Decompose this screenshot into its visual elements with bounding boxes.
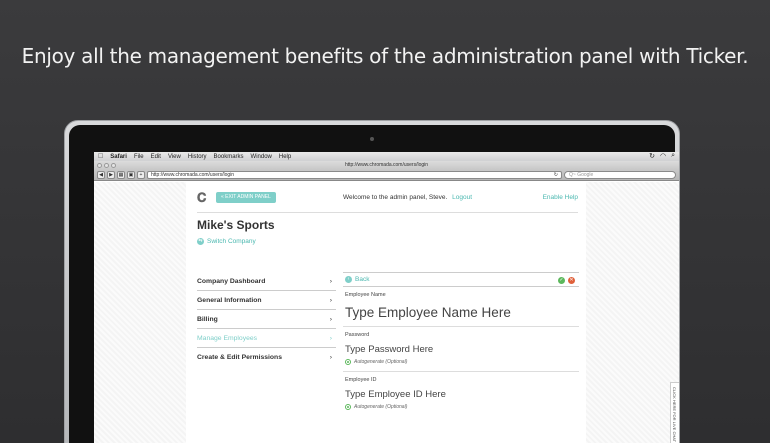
welcome-text: Welcome to the admin panel, Steve. [343,194,448,201]
chevron-right-icon: › [329,278,332,285]
sync-icon[interactable]: ↻ [649,152,655,160]
nav-general-information[interactable]: General Information › [197,291,336,310]
forward-nav-button[interactable]: ▶ [107,171,115,179]
nav-billing[interactable]: Billing › [197,310,336,329]
web-page: 𝐂 « EXIT ADMIN PANEL Welcome to the admi… [94,182,679,443]
mac-menu-bar:  Safari File Edit View History Bookmark… [94,152,679,161]
menu-edit[interactable]: Edit [151,154,161,160]
share-button[interactable]: ▣ [127,171,135,179]
browser-toolbar: ◀ ▶ ▦ ▣ + http://www.chromada.com/users/… [94,170,679,181]
password-input[interactable]: Type Password Here [345,344,577,355]
wifi-icon[interactable]: ◠ [660,152,666,160]
spotlight-icon[interactable]: ⌕ [671,152,675,160]
switch-icon: ⇆ [197,238,204,245]
back-label: Back [355,276,370,283]
nav-company-dashboard[interactable]: Company Dashboard › [197,272,336,291]
menu-history[interactable]: History [188,154,207,160]
form-header: ‹ Back ✓ ✕ [343,272,579,287]
employee-id-input[interactable]: Type Employee ID Here [345,389,577,400]
menu-bookmarks[interactable]: Bookmarks [214,154,244,160]
zoom-window-button[interactable] [111,163,116,168]
laptop-bezel:  Safari File Edit View History Bookmark… [69,125,679,443]
enable-help-link[interactable]: Enable Help [543,194,578,201]
employee-id-autogenerate-option[interactable]: Autogenerate (Optional) [345,404,577,410]
headline: Enjoy all the management benefits of the… [21,44,749,68]
menu-window[interactable]: Window [251,154,272,160]
nav-item-label: General Information [197,297,262,304]
save-check-icon[interactable]: ✓ [558,277,565,284]
employee-id-field: Employee ID Type Employee ID Here Autoge… [343,372,579,416]
window-controls [97,163,116,168]
minimize-window-button[interactable] [104,163,109,168]
menu-status-icons: ↻ ◠ ⌕ [649,152,675,160]
back-nav-button[interactable]: ◀ [97,171,105,179]
live-chat-tab[interactable]: CLICK HERE FOR LIVE CHAT [670,382,679,443]
camera [370,137,374,141]
nav-create-edit-permissions[interactable]: Create & Edit Permissions › [197,348,336,367]
autogenerate-label: Autogenerate (Optional) [354,404,408,410]
logout-link[interactable]: Logout [452,194,472,201]
chevron-right-icon: › [329,354,332,361]
employee-name-field: Employee Name Type Employee Name Here [343,287,579,327]
admin-panel: 𝐂 « EXIT ADMIN PANEL Welcome to the admi… [186,182,586,443]
nav-item-label: Billing [197,316,218,323]
chevron-right-icon: › [329,335,332,342]
nav-item-label: Company Dashboard [197,278,266,285]
cancel-x-icon[interactable]: ✕ [568,277,575,284]
radio-icon [345,359,351,365]
bookmarks-button[interactable]: ▦ [117,171,125,179]
menu-app-name[interactable]: Safari [110,154,127,160]
menu-help[interactable]: Help [279,154,291,160]
menu-file[interactable]: File [134,154,144,160]
employee-name-input[interactable]: Type Employee Name Here [345,305,577,320]
company-name: Mike's Sports [197,218,275,232]
reload-icon[interactable]: ↻ [554,172,558,178]
nav-item-label: Manage Employees [197,335,258,342]
radio-icon [345,404,351,410]
nav-item-label: Create & Edit Permissions [197,354,282,361]
close-window-button[interactable] [97,163,102,168]
nav-manage-employees[interactable]: Manage Employees › [197,329,336,348]
live-chat-label: CLICK HERE FOR LIVE CHAT [672,387,677,443]
laptop-frame:  Safari File Edit View History Bookmark… [64,120,680,443]
menu-view[interactable]: View [168,154,181,160]
welcome-message: Welcome to the admin panel, Steve. Logou… [343,194,472,201]
apple-menu-icon[interactable]:  [98,153,103,160]
address-bar[interactable]: http://www.chromada.com/users/login ↻ [147,171,562,179]
password-autogenerate-option[interactable]: Autogenerate (Optional) [345,359,577,365]
password-label: Password [345,332,370,338]
admin-nav: Company Dashboard › General Information … [197,272,336,367]
browser-title: http://www.chromada.com/users/login [344,162,429,168]
switch-company-link[interactable]: ⇆ Switch Company [197,238,256,245]
autogenerate-label: Autogenerate (Optional) [354,359,408,365]
laptop-screen:  Safari File Edit View History Bookmark… [94,152,679,443]
browser-titlebar: http://www.chromada.com/users/login [94,161,679,170]
header-divider [197,212,578,213]
search-input[interactable]: Q~ Google [564,171,676,179]
chevron-right-icon: › [329,316,332,323]
switch-company-label: Switch Company [207,238,256,245]
password-field: Password Type Password Here Autogenerate… [343,327,579,372]
address-bar-url: http://www.chromada.com/users/login [151,172,235,178]
back-arrow-icon: ‹ [345,276,352,283]
chevron-right-icon: › [329,297,332,304]
employee-form: ‹ Back ✓ ✕ Employee Name Type Employee N… [343,272,579,416]
add-bookmark-button[interactable]: + [137,171,145,179]
back-link[interactable]: ‹ Back [345,276,369,283]
employee-name-label: Employee Name [345,292,386,298]
form-actions: ✓ ✕ [558,277,575,284]
employee-id-label: Employee ID [345,377,377,383]
ticker-logo-icon: 𝐂 [197,190,207,205]
exit-admin-panel-button[interactable]: « EXIT ADMIN PANEL [216,192,276,203]
